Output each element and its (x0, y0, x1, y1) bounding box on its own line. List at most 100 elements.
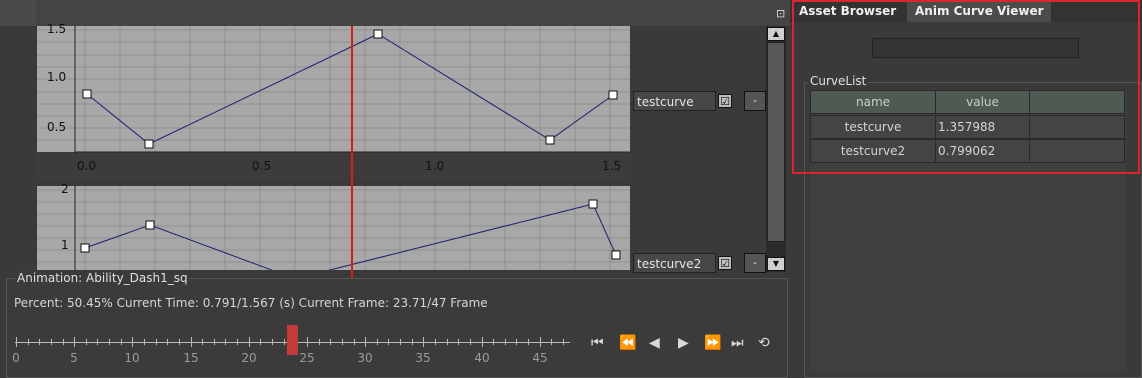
y-tick-label: 1.0 (47, 70, 67, 84)
right-panel: Asset Browser Anim Curve Viewer CurveLis… (790, 0, 1142, 378)
timeline-marker[interactable] (287, 325, 298, 355)
curve-visible-checkbox[interactable]: ☑ (718, 94, 732, 108)
timeline-tick (63, 339, 64, 345)
timeline-tick-label: 30 (357, 351, 373, 365)
timeline-tick-label: 10 (124, 351, 140, 365)
timeline-tick (237, 339, 238, 345)
scroll-thumb[interactable] (767, 42, 785, 242)
timeline-tick (307, 337, 308, 347)
timeline-tick (97, 339, 98, 345)
remove-curve-button[interactable]: - (744, 253, 766, 273)
timeline-tick (342, 339, 343, 345)
scroll-up-arrow-icon[interactable]: ▲ (767, 27, 785, 41)
curve-graph-2[interactable]: 2 1 (37, 182, 630, 273)
y-tick-label: 1 (61, 238, 69, 252)
column-header-value[interactable]: value (935, 90, 1030, 114)
y-tick-label: 2 (61, 182, 69, 196)
x-tick-label: 1.5 (602, 159, 622, 173)
timeline-tick (225, 339, 226, 345)
timeline-tick (191, 337, 192, 347)
table-cell-value[interactable]: 0.799062 (935, 139, 1030, 163)
play-icon[interactable]: ▶ (678, 335, 689, 351)
timeline-tick (202, 339, 203, 345)
scroll-down-arrow-icon[interactable]: ▼ (767, 257, 785, 271)
timeline-tick-label: 35 (415, 351, 431, 365)
step-back-icon[interactable]: ◀ (649, 335, 660, 351)
keyframe-point (611, 250, 621, 260)
table-cell-name[interactable]: testcurve (810, 115, 936, 139)
timeline-tick-label: 5 (70, 351, 78, 365)
table-cell-name[interactable]: testcurve2 (810, 139, 936, 163)
timeline-tick (16, 337, 17, 347)
y-tick-label: 0.5 (47, 120, 67, 134)
loop-icon[interactable]: ⟲ (758, 335, 770, 351)
timeline-tick (167, 339, 168, 345)
table-cell-empty (1029, 139, 1125, 163)
curve-graph-1[interactable]: 1.5 1.0 0.5 0.0 0.5 1.0 1.5 (37, 22, 630, 180)
graph-scrollbar[interactable]: ▲ ▼ (766, 26, 786, 272)
tab-anim-curve-viewer[interactable]: Anim Curve Viewer (907, 0, 1051, 22)
curve-name-field[interactable]: testcurve2 (633, 253, 716, 273)
timeline-tick-label: 15 (183, 351, 199, 365)
x-tick-label: 0.5 (252, 159, 272, 173)
timeline-tick (400, 339, 401, 345)
timeline-tick (284, 339, 285, 345)
timeline-tick (132, 337, 133, 347)
x-tick-label: 0.0 (77, 159, 97, 173)
timeline-tick-label: 25 (299, 351, 315, 365)
keyframe-point (145, 220, 155, 230)
keyframe-point (608, 90, 618, 100)
curve-name-field[interactable]: testcurve (633, 91, 716, 111)
animation-title: Animation: Ability_Dash1_sq (15, 271, 190, 285)
timeline-tick (354, 339, 355, 345)
timeline-tick (86, 339, 87, 345)
playhead-line[interactable] (351, 26, 353, 278)
timeline-tick (272, 339, 273, 345)
table-cell-empty (1029, 115, 1125, 139)
timeline-tick (377, 339, 378, 345)
timeline-tick (121, 339, 122, 345)
timeline-tick (109, 339, 110, 345)
timeline-tick (330, 339, 331, 345)
timeline-tick (516, 339, 517, 345)
prev-keyframe-icon[interactable]: ⏪ (619, 335, 636, 351)
column-header-empty[interactable] (1029, 90, 1125, 114)
timeline-tick-label: 45 (532, 351, 548, 365)
curve-list-table: name value testcurve 1.357988 testcurve2… (810, 90, 1126, 372)
timeline-tick (482, 337, 483, 347)
timeline-tick (423, 337, 424, 347)
timeline-tick (214, 339, 215, 345)
timeline-tick (156, 339, 157, 345)
next-keyframe-icon[interactable]: ⏩ (704, 335, 721, 351)
timeline-tick (365, 337, 366, 347)
timeline-tick-label: 40 (474, 351, 490, 365)
timeline-tick (470, 339, 471, 345)
pin-icon[interactable]: ⊡ (776, 8, 788, 20)
timeline-tick (540, 337, 541, 347)
keyframe-point (373, 29, 383, 39)
timeline-tick (412, 339, 413, 345)
remove-curve-button[interactable]: - (744, 91, 766, 111)
column-header-name[interactable]: name (810, 90, 936, 114)
animation-panel: Animation: Ability_Dash1_sq Percent: 50.… (6, 271, 788, 378)
curve-visible-checkbox[interactable]: ☑ (718, 256, 732, 270)
curve-graph-1-svg (37, 26, 630, 154)
timeline-tick (51, 339, 52, 345)
tab-asset-browser[interactable]: Asset Browser (791, 0, 907, 22)
timeline-tick (249, 337, 250, 347)
keyframe-point (80, 243, 90, 253)
timeline-tick (388, 339, 389, 345)
go-to-first-icon[interactable]: ⏮ (591, 335, 604, 351)
y-tick-label: 1.5 (47, 22, 67, 36)
keyframe-point (144, 139, 154, 149)
table-cell-value[interactable]: 1.357988 (935, 115, 1030, 139)
timeline-tick (493, 339, 494, 345)
curve-search-input[interactable] (872, 38, 1079, 58)
go-to-last-icon[interactable]: ⏭ (731, 335, 744, 351)
timeline-tick (505, 339, 506, 345)
timeline-tick (144, 339, 145, 345)
timeline-tick (319, 339, 320, 345)
timeline[interactable]: 0 5 10 15 20 25 30 35 40 45 (12, 325, 570, 365)
keyframe-point (588, 199, 598, 209)
animation-status-text: Percent: 50.45% Current Time: 0.791/1.56… (14, 296, 488, 310)
